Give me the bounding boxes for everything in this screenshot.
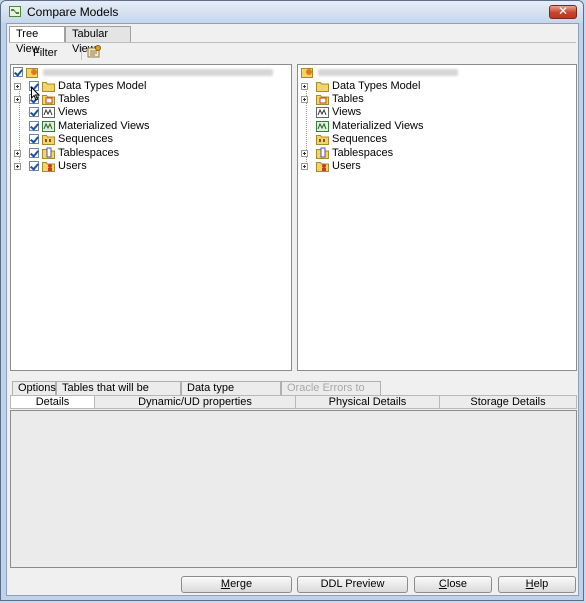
help-button[interactable]: Help xyxy=(498,576,576,593)
expand-icon[interactable] xyxy=(301,150,308,157)
expand-icon[interactable] xyxy=(301,83,308,90)
tab-tree-view[interactable]: Tree View xyxy=(9,26,65,55)
mouse-cursor-icon xyxy=(31,87,41,101)
tree-item-checkbox[interactable] xyxy=(29,148,39,158)
tree-item-label: Materialized Views xyxy=(58,120,150,132)
tree-item-label: Data Types Model xyxy=(58,80,147,92)
materialized-views-icon xyxy=(316,121,329,132)
users-icon xyxy=(42,162,55,172)
expand-icon[interactable] xyxy=(14,83,21,90)
folder-icon xyxy=(42,82,55,92)
model-root-icon xyxy=(301,68,313,78)
tables-icon xyxy=(42,95,55,105)
window-close-button[interactable]: ✕ xyxy=(549,4,577,19)
tab-dynamic-ud-properties[interactable]: Dynamic/UD properties xyxy=(95,396,296,408)
tree-item-checkbox[interactable] xyxy=(29,107,39,117)
window-title: Compare Models xyxy=(27,5,119,19)
close-icon: ✕ xyxy=(557,4,569,18)
tree-item-checkbox[interactable] xyxy=(29,161,39,171)
tree-item-label: Data Types Model xyxy=(332,80,421,92)
tree-item-label: Users xyxy=(332,160,361,172)
root-label-redacted xyxy=(318,69,458,76)
model-root-icon xyxy=(26,68,38,78)
tab-data-type-conversion[interactable]: Data type conversion xyxy=(181,381,281,407)
expand-icon[interactable] xyxy=(301,96,308,103)
expand-icon[interactable] xyxy=(14,96,21,103)
tablespaces-icon xyxy=(316,147,329,159)
tree-item-label: Tablespaces xyxy=(332,147,394,159)
right-model-tree[interactable]: Data Types Model Tables Views Materializ… xyxy=(297,64,577,371)
left-model-tree[interactable]: Data Types Model Tables Views Materializ… xyxy=(10,64,292,371)
filter-toolbar: Filter xyxy=(9,42,576,65)
tables-icon xyxy=(316,95,329,105)
sequences-icon xyxy=(42,135,55,145)
tree-item-label: Sequences xyxy=(332,133,388,145)
compare-models-icon xyxy=(9,6,21,17)
expand-icon[interactable] xyxy=(14,163,21,170)
tab-tables-recreated[interactable]: Tables that will be recreated xyxy=(56,381,181,407)
materialized-views-icon xyxy=(42,121,55,132)
tree-item-label: Users xyxy=(58,160,87,172)
tree-item-checkbox[interactable] xyxy=(29,134,39,144)
views-icon xyxy=(316,107,329,118)
views-icon xyxy=(42,107,55,118)
tree-item-label: Views xyxy=(332,106,362,118)
filter-settings-icon[interactable] xyxy=(87,45,101,59)
tab-details[interactable]: Details xyxy=(11,396,95,408)
filter-button[interactable]: Filter xyxy=(33,47,57,59)
sequences-icon xyxy=(316,135,329,145)
tree-item-label: Views xyxy=(58,106,88,118)
option-tabs: Options Tables that will be recreated Da… xyxy=(9,381,576,407)
tree-item-checkbox[interactable] xyxy=(29,121,39,131)
dialog-client-area: Tree View Tabular View Filter Data Types… xyxy=(6,23,579,596)
users-icon xyxy=(316,162,329,172)
title-bar[interactable]: Compare Models ✕ xyxy=(1,1,583,23)
tree-item-label: Sequences xyxy=(58,133,114,145)
folder-icon xyxy=(316,82,329,92)
detail-tabs: Details Dynamic/UD properties Physical D… xyxy=(10,395,577,409)
close-button[interactable]: Close xyxy=(414,576,492,593)
tab-tabular-view[interactable]: Tabular View xyxy=(65,26,131,55)
toolbar-separator xyxy=(81,46,82,60)
tab-storage-details[interactable]: Storage Details xyxy=(440,396,576,408)
tab-options[interactable]: Options xyxy=(12,381,56,395)
tab-oracle-errors-to-mask: Oracle Errors to Mask xyxy=(281,381,381,407)
tree-item-label: Tablespaces xyxy=(58,147,120,159)
root-label-redacted xyxy=(43,69,273,76)
details-panel xyxy=(10,410,577,568)
root-checkbox[interactable] xyxy=(13,67,23,77)
tab-physical-details[interactable]: Physical Details xyxy=(296,396,440,408)
expand-icon[interactable] xyxy=(14,150,21,157)
ddl-preview-button[interactable]: DDL Preview xyxy=(297,576,408,593)
tablespaces-icon xyxy=(42,147,55,159)
merge-button[interactable]: Merge xyxy=(181,576,292,593)
tree-item-label: Tables xyxy=(332,93,364,105)
tree-item-label: Tables xyxy=(58,93,90,105)
tree-item-label: Materialized Views xyxy=(332,120,424,132)
expand-icon[interactable] xyxy=(301,163,308,170)
compare-models-window: Compare Models ✕ Tree View Tabular View … xyxy=(0,0,584,601)
